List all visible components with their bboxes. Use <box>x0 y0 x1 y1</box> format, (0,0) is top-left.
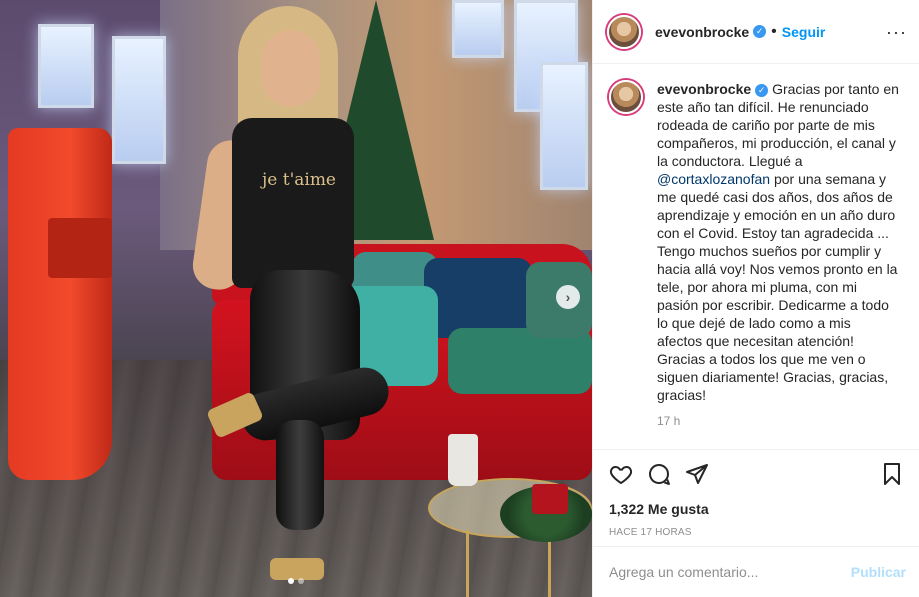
post-photo[interactable]: je t'aime › <box>0 0 592 597</box>
carousel-next-button[interactable]: › <box>556 285 580 309</box>
hanging-lamp <box>112 36 166 164</box>
caption-body-cont: por una semana y me quedé casi dos años,… <box>657 171 898 403</box>
username-link[interactable]: evevonbrocke <box>655 24 749 40</box>
paper-plane-icon[interactable] <box>685 462 709 486</box>
post-side-panel: evevonbrocke ✓ • Seguir ··· evevonbrocke… <box>592 0 919 597</box>
red-letter-sign <box>8 128 112 480</box>
verified-badge-icon: ✓ <box>755 84 769 97</box>
caption-avatar[interactable] <box>609 80 643 114</box>
hanging-lamp <box>452 0 504 58</box>
avatar[interactable] <box>607 14 641 49</box>
comment-bubble-icon[interactable] <box>647 462 671 486</box>
carousel-indicator <box>0 578 592 584</box>
follow-button[interactable]: Seguir <box>782 24 826 40</box>
hanging-lamp <box>38 24 94 108</box>
shirt-print: je t'aime <box>262 170 336 190</box>
caption-timestamp[interactable]: 17 h <box>657 412 899 430</box>
hanging-lamp <box>540 62 588 190</box>
more-options-icon[interactable]: ··· <box>886 23 907 41</box>
comments-area: evevonbrocke ✓ Gracias por tanto en este … <box>593 64 919 449</box>
separator-dot: • <box>771 22 777 40</box>
mention-link[interactable]: @cortaxlozanofan <box>657 171 770 187</box>
gold-sandal <box>270 558 324 580</box>
caption-text: evevonbrocke ✓ Gracias por tanto en este … <box>657 80 899 430</box>
heart-icon[interactable] <box>609 462 633 486</box>
comment-bar: Publicar <box>593 546 919 597</box>
carousel-dot <box>298 578 304 584</box>
chevron-right-icon: › <box>565 289 571 305</box>
leather-pants-standing-leg <box>276 420 324 530</box>
verified-badge-icon: ✓ <box>753 25 767 38</box>
pillow <box>424 258 532 338</box>
action-icons <box>609 460 904 488</box>
like-count[interactable]: 1,322 Me gusta <box>609 501 904 517</box>
post-header: evevonbrocke ✓ • Seguir ··· <box>593 0 919 64</box>
coffee-cup <box>448 434 478 486</box>
comment-input[interactable] <box>609 564 851 580</box>
woman-face <box>262 30 320 106</box>
black-tank-top: je t'aime <box>232 118 354 288</box>
red-candle <box>532 484 568 514</box>
publish-button[interactable]: Publicar <box>851 564 906 580</box>
bookmark-icon[interactable] <box>880 462 904 486</box>
caption: evevonbrocke ✓ Gracias por tanto en este … <box>609 80 903 430</box>
post-date[interactable]: HACE 17 HORAS <box>609 527 904 538</box>
post-actions: 1,322 Me gusta HACE 17 HORAS <box>593 449 919 538</box>
carousel-dot-active <box>288 578 294 584</box>
caption-username[interactable]: evevonbrocke <box>657 81 751 97</box>
